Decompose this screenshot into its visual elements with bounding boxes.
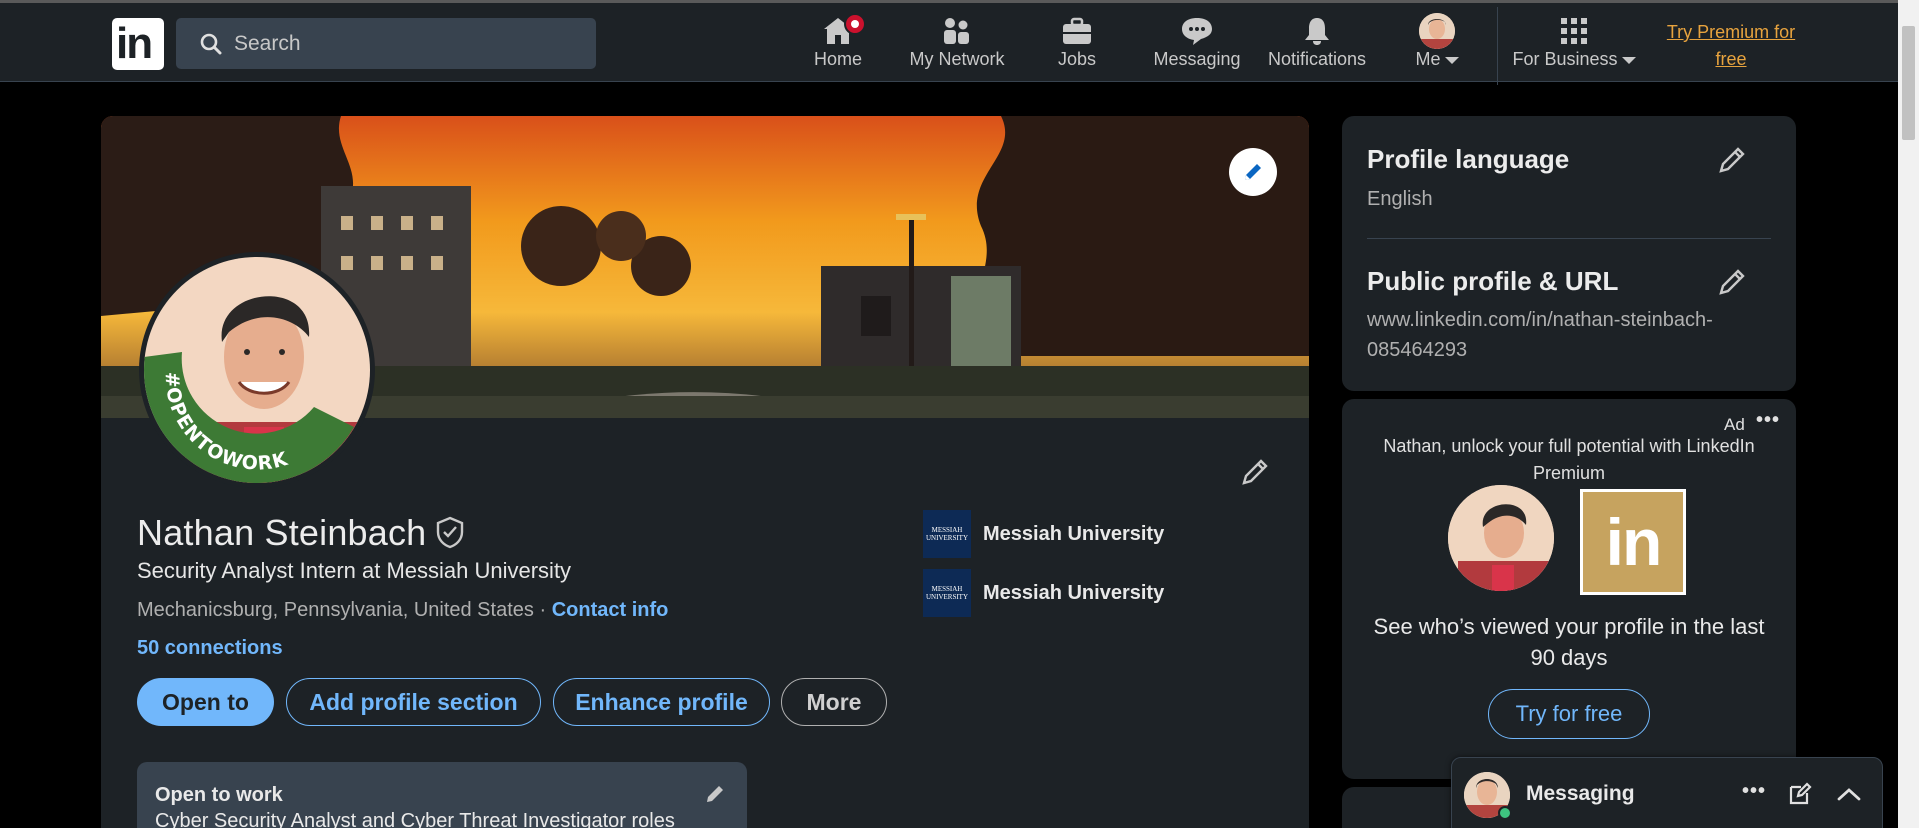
profile-photo[interactable]: #OPENTOWORK xyxy=(139,252,375,488)
add-profile-section-button[interactable]: Add profile section xyxy=(286,678,541,726)
premium-ad-card: Ad ••• Nathan, unlock your full potentia… xyxy=(1342,399,1796,779)
pencil-icon xyxy=(1719,269,1745,295)
public-profile-title: Public profile & URL xyxy=(1367,266,1619,296)
edit-cover-button[interactable] xyxy=(1229,148,1277,196)
profile-location: Mechanicsburg, Pennsylvania, United Stat… xyxy=(137,599,668,622)
try-premium-line1[interactable]: Try Premium for xyxy=(1660,19,1802,46)
nav-home[interactable]: Home xyxy=(808,13,868,77)
divider xyxy=(1367,238,1771,239)
linkedin-logo-icon[interactable]: in xyxy=(112,18,164,70)
enhance-profile-button[interactable]: Enhance profile xyxy=(553,678,770,726)
search-box[interactable] xyxy=(176,18,596,69)
education-name: Messiah University xyxy=(983,581,1165,604)
profile-photo-image: #OPENTOWORK xyxy=(144,257,370,483)
briefcase-icon xyxy=(1063,17,1091,44)
compose-icon[interactable] xyxy=(1788,782,1812,806)
opentowork-frame-text: #OPENTOWORK xyxy=(161,371,290,474)
chevron-down-icon xyxy=(1621,56,1636,64)
edit-intro-button[interactable] xyxy=(1235,452,1275,492)
ad-label: Ad xyxy=(1724,415,1745,434)
location-text: Mechanicsburg, Pennsylvania, United Stat… xyxy=(137,599,534,621)
search-input[interactable] xyxy=(234,18,574,69)
open-to-work-roles: Cyber Security Analyst and Cyber Threat … xyxy=(155,810,675,828)
scrollbar-thumb[interactable] xyxy=(1902,26,1915,140)
edit-open-to-work-button[interactable] xyxy=(701,780,729,808)
nav-messaging-label: Messaging xyxy=(1153,49,1241,69)
nav-my-network[interactable]: My Network xyxy=(905,13,1009,77)
nav-for-business-label: For Business xyxy=(1511,49,1637,70)
ad-more-options-icon[interactable]: ••• xyxy=(1756,409,1780,432)
nav-notifications[interactable]: Notifications xyxy=(1265,13,1369,77)
search-icon xyxy=(200,33,222,55)
profile-name: Nathan Steinbach xyxy=(137,512,427,553)
nav-messaging[interactable]: Messaging xyxy=(1150,13,1244,77)
messaging-title: Messaging xyxy=(1526,782,1635,805)
bell-icon xyxy=(1305,18,1329,45)
profile-headline: Security Analyst Intern at Messiah Unive… xyxy=(137,558,572,583)
education-item[interactable]: MESSIAH UNIVERSITY Messiah University xyxy=(923,510,1164,558)
open-to-work-title: Open to work xyxy=(155,784,283,806)
nav-jobs[interactable]: Jobs xyxy=(1047,13,1107,77)
open-to-work-box[interactable]: Open to work Cyber Security Analyst and … xyxy=(137,762,747,828)
try-for-free-button[interactable]: Try for free xyxy=(1488,689,1650,739)
open-to-button[interactable]: Open to xyxy=(137,678,274,726)
connections-link[interactable]: 50 connections xyxy=(137,637,283,660)
nav-home-label: Home xyxy=(813,49,862,69)
chevron-up-icon[interactable] xyxy=(1836,782,1862,806)
nav-jobs-label: Jobs xyxy=(1057,49,1097,69)
avatar xyxy=(1419,13,1455,49)
pencil-icon xyxy=(1245,164,1261,180)
try-premium-link[interactable]: Try Premium for free xyxy=(1660,19,1802,73)
public-profile-url-line2: 085464293 xyxy=(1367,339,1468,361)
people-icon xyxy=(944,18,969,44)
profile-settings-card: Profile language English Public profile … xyxy=(1342,116,1796,391)
grid-icon xyxy=(1561,18,1587,44)
messaging-overlay[interactable]: Messaging ••• xyxy=(1451,757,1883,828)
nav-divider xyxy=(1497,7,1498,85)
nav-my-network-label: My Network xyxy=(909,49,1005,69)
edit-public-url-button[interactable] xyxy=(1712,262,1752,302)
chat-icon xyxy=(1182,18,1212,45)
nav-me-label: Me xyxy=(1404,49,1470,70)
public-profile-url-line1: www.linkedin.com/in/nathan-steinbach- xyxy=(1367,309,1713,331)
public-profile-url: www.linkedin.com/in/nathan-steinbach- 08… xyxy=(1367,305,1713,365)
education-item[interactable]: MESSIAH UNIVERSITY Messiah University xyxy=(923,569,1164,617)
ad-headline: See who’s viewed your profile in the las… xyxy=(1373,614,1765,670)
nav-for-business[interactable]: For Business xyxy=(1511,13,1637,77)
nav-notifications-label: Notifications xyxy=(1267,49,1367,69)
pencil-icon xyxy=(707,786,723,802)
profile-language-title: Profile language xyxy=(1367,144,1570,174)
location-separator: · xyxy=(539,599,547,621)
edit-language-button[interactable] xyxy=(1712,140,1752,180)
verification-shield-icon[interactable] xyxy=(434,515,466,549)
contact-info-link[interactable]: Contact info xyxy=(552,599,669,621)
profile-language-value: English xyxy=(1367,188,1433,210)
top-navigation-bar: in Home My Network Jobs Messaging Notifi xyxy=(0,0,1898,85)
linkedin-premium-logo-icon: in xyxy=(1580,489,1686,595)
online-status-indicator xyxy=(1498,806,1512,820)
chevron-down-icon xyxy=(1444,56,1459,64)
messiah-university-logo: MESSIAH UNIVERSITY xyxy=(923,569,971,617)
try-premium-line2[interactable]: free xyxy=(1660,46,1802,73)
ad-user-avatar xyxy=(1448,485,1554,591)
messiah-university-logo: MESSIAH UNIVERSITY xyxy=(923,510,971,558)
messaging-more-icon[interactable]: ••• xyxy=(1742,780,1766,803)
notification-badge xyxy=(844,13,866,35)
page-scrollbar[interactable] xyxy=(1898,0,1919,828)
pencil-icon xyxy=(1242,459,1268,485)
education-name: Messiah University xyxy=(983,522,1165,545)
more-button[interactable]: More xyxy=(781,678,887,726)
pencil-icon xyxy=(1719,147,1745,173)
svg-text:#OPENTOWORK: #OPENTOWORK xyxy=(161,371,291,474)
nav-me[interactable]: Me xyxy=(1404,13,1470,77)
ad-copy: Nathan, unlock your full potential with … xyxy=(1383,436,1755,483)
